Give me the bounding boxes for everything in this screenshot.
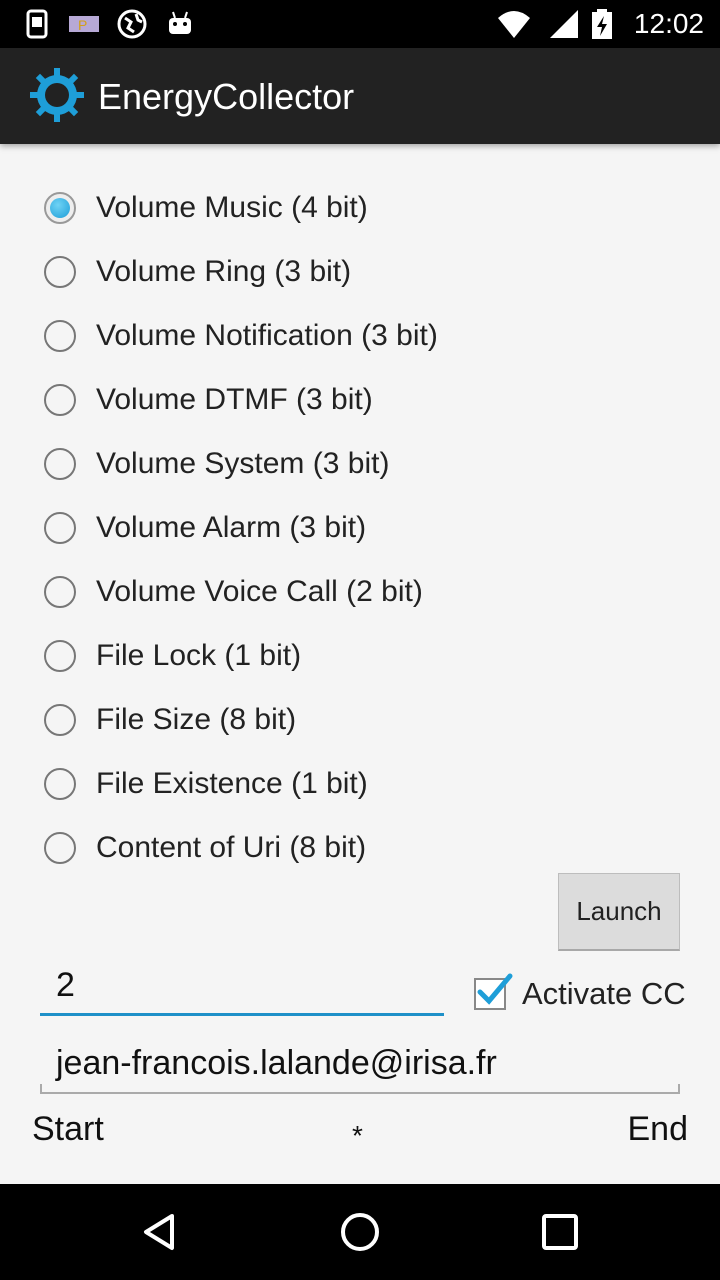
- screenshot-icon: [26, 9, 48, 39]
- radio-label: Volume Notification (3 bit): [96, 319, 438, 352]
- radio-button[interactable]: [44, 640, 76, 672]
- radio-option-volume-ring[interactable]: Volume Ring (3 bit): [44, 240, 351, 304]
- navigation-bar: [0, 1184, 720, 1280]
- radio-option-volume-alarm[interactable]: Volume Alarm (3 bit): [44, 496, 366, 560]
- radio-button[interactable]: [44, 320, 76, 352]
- radio-label: Volume Ring (3 bit): [96, 255, 352, 288]
- radio-label: Volume Alarm (3 bit): [96, 511, 367, 544]
- start-label: Start: [32, 1110, 104, 1148]
- bits-number-input[interactable]: 2: [40, 960, 444, 1016]
- radio-option-volume-voice-call[interactable]: Volume Voice Call (2 bit): [44, 560, 423, 624]
- end-label: End: [627, 1110, 689, 1148]
- radio-option-file-size[interactable]: File Size (8 bit): [44, 688, 296, 752]
- status-time: 12:02: [633, 8, 704, 39]
- radio-button[interactable]: [44, 704, 76, 736]
- radio-label: Volume Music (4 bit): [96, 191, 368, 224]
- radio-button[interactable]: [44, 448, 76, 480]
- action-bar: EnergyCollector: [0, 48, 720, 144]
- checkbox-box[interactable]: [474, 973, 513, 1010]
- radio-label: File Existence (1 bit): [96, 767, 368, 800]
- app-title: EnergyCollector: [98, 76, 355, 117]
- globe-icon: [117, 9, 147, 39]
- back-icon[interactable]: [136, 1208, 184, 1256]
- parking-app-icon: P: [69, 16, 99, 33]
- status-bar: P 12:02: [0, 0, 720, 48]
- radio-button[interactable]: [44, 384, 76, 416]
- android-icon: [169, 11, 191, 34]
- radio-option-file-existence[interactable]: File Existence (1 bit): [44, 752, 368, 816]
- sun-gear-icon: [30, 68, 84, 122]
- radio-label: Volume DTMF (3 bit): [96, 383, 373, 416]
- radio-option-file-lock[interactable]: File Lock (1 bit): [44, 624, 301, 688]
- wifi-icon: [498, 11, 530, 38]
- checkmark-icon: [477, 973, 513, 1005]
- radio-option-volume-music[interactable]: Volume Music (4 bit): [44, 176, 368, 240]
- radio-button[interactable]: [44, 576, 76, 608]
- svg-text:P: P: [78, 17, 87, 33]
- channel-radio-group: Volume Music (4 bit) Volume Ring (3 bit)…: [0, 176, 720, 864]
- radio-option-volume-system[interactable]: Volume System (3 bit): [44, 432, 389, 496]
- radio-option-volume-notification[interactable]: Volume Notification (3 bit): [44, 304, 438, 368]
- radio-button[interactable]: [44, 768, 76, 800]
- recents-icon[interactable]: [536, 1208, 584, 1256]
- radio-option-content-of-uri[interactable]: Content of Uri (8 bit): [44, 816, 366, 864]
- activate-cc-label: Activate CC: [522, 976, 686, 1011]
- battery-charging-icon: [592, 9, 612, 39]
- radio-button[interactable]: [44, 512, 76, 544]
- activate-cc-checkbox[interactable]: Activate CC: [474, 973, 686, 1012]
- radio-button[interactable]: [44, 832, 76, 864]
- launch-button[interactable]: Launch: [558, 873, 680, 951]
- radio-label: File Lock (1 bit): [96, 639, 302, 672]
- signal-icon: [550, 10, 578, 38]
- radio-button[interactable]: [44, 256, 76, 288]
- radio-label: Volume System (3 bit): [96, 447, 390, 480]
- radio-option-volume-dtmf[interactable]: Volume DTMF (3 bit): [44, 368, 373, 432]
- email-input[interactable]: jean-francois.lalande@irisa.fr: [40, 1040, 680, 1094]
- radio-button[interactable]: [44, 192, 76, 224]
- radio-label: File Size (8 bit): [96, 703, 297, 736]
- radio-label: Volume Voice Call (2 bit): [96, 575, 423, 608]
- radio-label: Content of Uri (8 bit): [96, 831, 367, 864]
- home-icon[interactable]: [336, 1208, 384, 1256]
- progress-indicator: *: [352, 1120, 363, 1151]
